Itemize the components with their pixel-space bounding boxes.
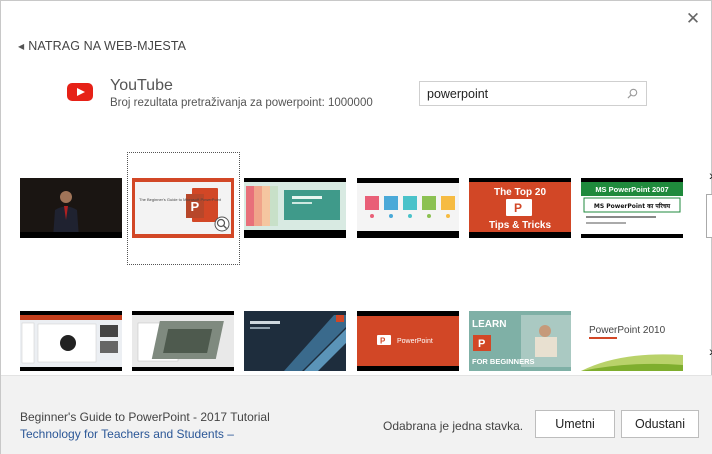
selection-status: Odabrana je jedna stavka.	[383, 419, 524, 433]
video-thumbnail-selected[interactable]: P The Beginner's Guide to Microsoft Powe…	[132, 178, 234, 238]
svg-text:P: P	[478, 338, 485, 350]
video-thumbnail[interactable]: The Top 20 P Tips & Tricks	[469, 178, 571, 238]
search-box[interactable]	[419, 81, 647, 106]
partial-panel-edge	[706, 194, 712, 238]
insert-video-dialog: ✕ ◀ NATRAG NA WEB-MJESTA YouTube Broj re…	[0, 0, 712, 454]
video-thumbnail[interactable]	[132, 311, 234, 371]
thumbnail-caption: The Top 20	[494, 187, 546, 198]
provider-name: YouTube	[110, 77, 173, 94]
back-to-websites-link[interactable]: ◀ NATRAG NA WEB-MJESTA	[18, 39, 186, 53]
video-thumbnail[interactable]	[244, 311, 346, 371]
video-thumbnail[interactable]	[244, 178, 346, 238]
close-icon[interactable]: ✕	[685, 10, 701, 27]
thumbnail-caption: The Beginner's Guide to Microsoft PowerP…	[139, 197, 222, 202]
svg-text:P: P	[380, 337, 386, 346]
svg-text:P: P	[514, 201, 522, 215]
video-thumbnail[interactable]: PowerPoint 2010	[581, 311, 683, 371]
video-thumbnail[interactable]	[20, 178, 122, 238]
cancel-button[interactable]: Odustani	[621, 410, 699, 438]
youtube-logo-icon	[67, 83, 93, 101]
video-thumbnail[interactable]	[357, 178, 459, 238]
search-input[interactable]	[420, 82, 616, 105]
insert-button[interactable]: Umetni	[535, 410, 615, 438]
video-thumbnail[interactable]: MS PowerPoint 2007 MS PowerPoint का परिच…	[581, 178, 683, 238]
video-thumbnail[interactable]	[20, 311, 122, 371]
thumbnail-caption-2: Tips & Tricks	[489, 220, 552, 231]
thumbnail-caption: MS PowerPoint 2007	[595, 185, 668, 194]
thumbnail-caption: PowerPoint	[397, 338, 433, 345]
thumbnail-caption-2: MS PowerPoint का परिचय	[594, 202, 671, 210]
results-count: Broj rezultata pretraživanja za powerpoi…	[110, 97, 373, 109]
video-thumbnail[interactable]: LEARN P FOR BEGINNERS	[469, 311, 571, 371]
thumbnail-caption: LEARN	[472, 319, 506, 330]
video-thumbnail[interactable]: P PowerPoint	[357, 311, 459, 371]
selected-video-title: Beginner's Guide to PowerPoint - 2017 Tu…	[20, 410, 270, 424]
thumbnail-caption-2: FOR BEGINNERS	[472, 357, 535, 366]
chevron-left-icon: ◀	[18, 41, 25, 51]
selected-video-author-link[interactable]: Technology for Teachers and Students –	[20, 427, 234, 441]
back-link-label: NATRAG NA WEB-MJESTA	[28, 39, 187, 53]
search-icon[interactable]	[627, 88, 638, 99]
thumbnail-caption: PowerPoint 2010	[589, 325, 666, 336]
